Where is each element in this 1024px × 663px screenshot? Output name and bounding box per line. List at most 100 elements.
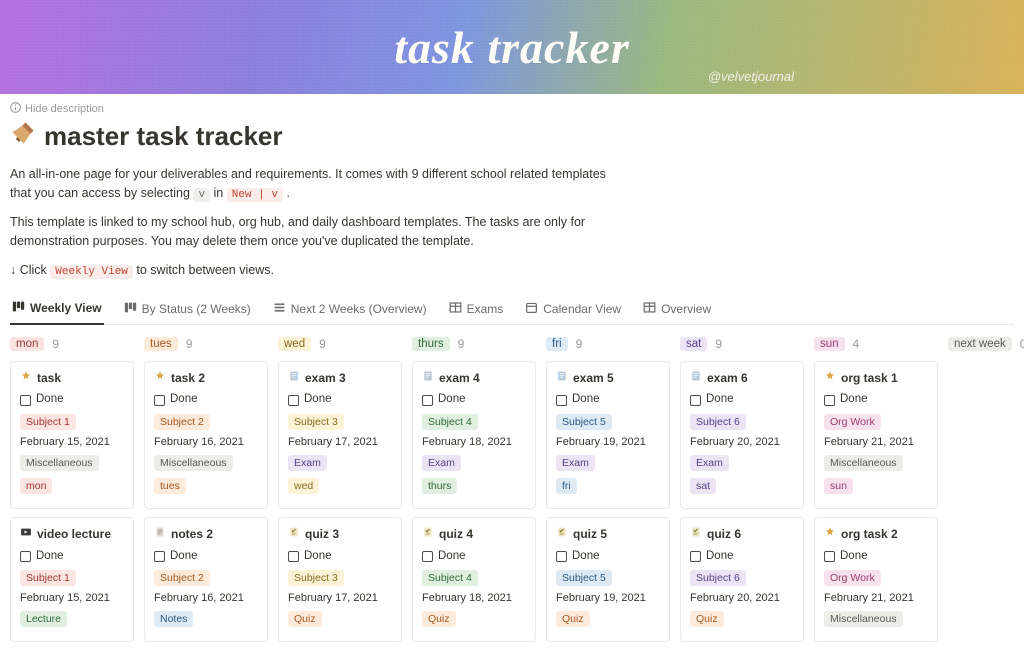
type-tag[interactable]: Quiz: [288, 611, 322, 627]
card-title: video lecture: [20, 526, 124, 542]
type-tag[interactable]: Quiz: [690, 611, 724, 627]
subject-tag[interactable]: Subject 5: [556, 570, 612, 586]
type-tag[interactable]: Quiz: [422, 611, 456, 627]
checkbox-icon[interactable]: [556, 551, 567, 562]
card-title: task: [20, 370, 124, 386]
subject-tag[interactable]: Subject 1: [20, 570, 76, 586]
tab-next-2-weeks-overview-[interactable]: Next 2 Weeks (Overview): [271, 294, 429, 324]
checkbox-icon[interactable]: [288, 395, 299, 406]
task-card[interactable]: org task 2DoneOrg WorkFebruary 21, 2021M…: [814, 517, 938, 642]
task-card[interactable]: exam 6DoneSubject 6February 20, 2021Exam…: [680, 361, 804, 509]
checkbox-icon[interactable]: [20, 395, 31, 406]
type-tag[interactable]: Miscellaneous: [824, 455, 903, 471]
day-tag[interactable]: fri: [546, 337, 568, 351]
subject-tag[interactable]: Org Work: [824, 570, 881, 586]
type-tag[interactable]: Lecture: [20, 611, 67, 627]
subject-tag[interactable]: Subject 4: [422, 414, 478, 430]
done-checkbox-row[interactable]: Done: [556, 392, 660, 408]
tab-weekly-view[interactable]: Weekly View: [10, 294, 104, 325]
subject-tag[interactable]: Subject 3: [288, 414, 344, 430]
done-checkbox-row[interactable]: Done: [288, 392, 392, 408]
done-checkbox-row[interactable]: Done: [690, 549, 794, 565]
done-checkbox-row[interactable]: Done: [556, 549, 660, 565]
task-card[interactable]: task Done Subject 1 February 15, 2021 Miscel…: [10, 361, 134, 509]
done-checkbox-row[interactable]: Done: [422, 392, 526, 408]
day-tag[interactable]: thurs: [412, 337, 450, 351]
checkbox-icon[interactable]: [154, 395, 165, 406]
card-title: quiz 4: [422, 526, 526, 542]
task-card[interactable]: task 2DoneSubject 2February 16, 2021Misc…: [144, 361, 268, 509]
checkbox-icon[interactable]: [288, 551, 299, 562]
done-checkbox-row[interactable]: Done: [422, 549, 526, 565]
task-card[interactable]: quiz 4DoneSubject 4February 18, 2021Quiz: [412, 517, 536, 642]
done-checkbox-row[interactable]: Done: [690, 392, 794, 408]
checkbox-icon[interactable]: [20, 551, 31, 562]
column-mon: mon9taskDoneSubject 1February 15, 2021Mi…: [10, 337, 134, 650]
day-tag[interactable]: next week: [948, 337, 1012, 351]
task-card[interactable]: exam 3DoneSubject 3February 17, 2021Exam…: [278, 361, 402, 509]
card-date: February 15, 2021: [20, 435, 124, 450]
day-tag[interactable]: mon: [10, 337, 44, 351]
checkbox-icon[interactable]: [824, 551, 835, 562]
subject-tag[interactable]: Subject 3: [288, 570, 344, 586]
task-card[interactable]: exam 5DoneSubject 5February 19, 2021Exam…: [546, 361, 670, 509]
day-tag[interactable]: sat: [680, 337, 707, 351]
checkbox-icon[interactable]: [690, 551, 701, 562]
done-checkbox-row[interactable]: Done: [154, 392, 258, 408]
done-checkbox-row[interactable]: Done: [20, 392, 124, 408]
card-day-tag[interactable]: wed: [288, 478, 319, 494]
done-checkbox-row[interactable]: Done: [824, 392, 928, 408]
task-card[interactable]: quiz 5DoneSubject 5February 19, 2021Quiz: [546, 517, 670, 642]
task-card[interactable]: quiz 6DoneSubject 6February 20, 2021Quiz: [680, 517, 804, 642]
card-day-tag[interactable]: sat: [690, 478, 716, 494]
checkbox-icon[interactable]: [556, 395, 567, 406]
type-tag[interactable]: Miscellaneous: [824, 611, 903, 627]
tab-exams[interactable]: Exams: [447, 294, 506, 324]
subject-tag[interactable]: Subject 1: [20, 414, 76, 430]
checkbox-icon[interactable]: [824, 395, 835, 406]
subject-tag[interactable]: Subject 6: [690, 414, 746, 430]
day-tag[interactable]: wed: [278, 337, 311, 351]
type-tag[interactable]: Exam: [556, 455, 595, 471]
task-card[interactable]: exam 4DoneSubject 4February 18, 2021Exam…: [412, 361, 536, 509]
card-day-tag[interactable]: tues: [154, 478, 186, 494]
done-checkbox-row[interactable]: Done: [824, 549, 928, 565]
subject-tag[interactable]: Subject 5: [556, 414, 612, 430]
subject-tag[interactable]: Org Work: [824, 414, 881, 430]
tab-calendar-view[interactable]: Calendar View: [523, 294, 623, 324]
type-tag[interactable]: Miscellaneous: [20, 455, 99, 471]
type-tag[interactable]: Exam: [690, 455, 729, 471]
column-count: 4: [853, 337, 860, 351]
task-card[interactable]: quiz 3DoneSubject 3February 17, 2021Quiz: [278, 517, 402, 642]
day-tag[interactable]: tues: [144, 337, 178, 351]
subject-tag[interactable]: Subject 6: [690, 570, 746, 586]
checkbox-icon[interactable]: [154, 551, 165, 562]
card-title: quiz 3: [288, 526, 392, 542]
checkbox-icon[interactable]: [422, 395, 433, 406]
checkbox-icon[interactable]: [690, 395, 701, 406]
type-tag[interactable]: Notes: [154, 611, 193, 627]
day-tag[interactable]: sun: [814, 337, 845, 351]
type-tag[interactable]: Exam: [422, 455, 461, 471]
subject-tag[interactable]: Subject 2: [154, 414, 210, 430]
type-tag[interactable]: Miscellaneous: [154, 455, 233, 471]
done-checkbox-row[interactable]: Done: [154, 549, 258, 565]
task-card[interactable]: notes 2DoneSubject 2February 16, 2021Not…: [144, 517, 268, 642]
card-day-tag[interactable]: sun: [824, 478, 853, 494]
hide-description-toggle[interactable]: Hide description: [10, 102, 104, 116]
type-tag[interactable]: Exam: [288, 455, 327, 471]
task-card[interactable]: video lectureDoneSubject 1February 15, 2…: [10, 517, 134, 642]
tab-by-status-2-weeks-[interactable]: By Status (2 Weeks): [122, 294, 253, 324]
pin-icon: [20, 370, 32, 386]
task-card[interactable]: org task 1DoneOrg WorkFebruary 21, 2021M…: [814, 361, 938, 509]
subject-tag[interactable]: Subject 2: [154, 570, 210, 586]
checkbox-icon[interactable]: [422, 551, 433, 562]
done-checkbox-row[interactable]: Done: [20, 549, 124, 565]
card-day-tag[interactable]: fri: [556, 478, 577, 494]
done-checkbox-row[interactable]: Done: [288, 549, 392, 565]
tab-overview[interactable]: Overview: [641, 294, 713, 324]
card-day-tag[interactable]: mon: [20, 478, 52, 494]
type-tag[interactable]: Quiz: [556, 611, 590, 627]
subject-tag[interactable]: Subject 4: [422, 570, 478, 586]
card-day-tag[interactable]: thurs: [422, 478, 457, 494]
